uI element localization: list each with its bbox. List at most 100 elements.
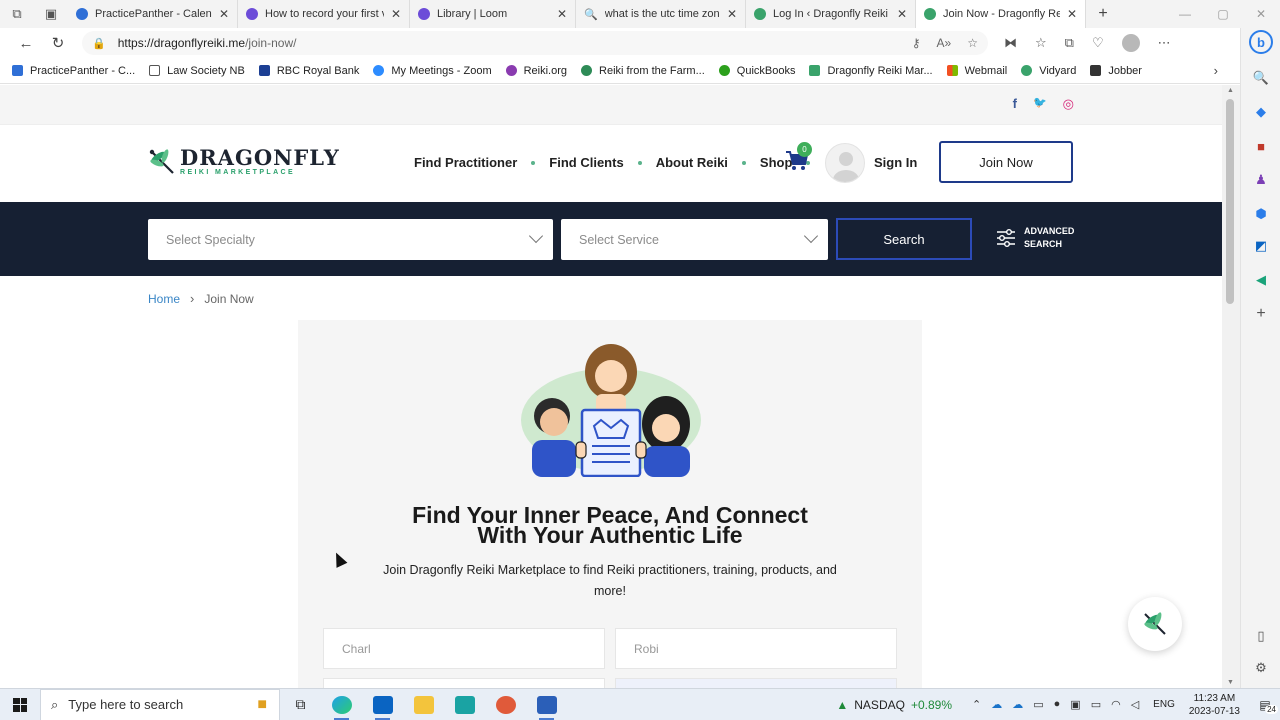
close-tab-icon[interactable]: ✕ — [391, 7, 401, 21]
more-menu-icon[interactable]: ⋯ — [1158, 35, 1171, 51]
usb-icon[interactable]: ▭ — [1033, 698, 1043, 711]
workspaces-icon[interactable]: ⧉ — [0, 0, 34, 28]
sidebar-layout-icon[interactable]: ▯ — [1251, 626, 1271, 646]
bookmark-jobber[interactable]: Jobber — [1090, 65, 1142, 77]
minimize-icon[interactable]: — — [1166, 7, 1204, 21]
tab-dragonfly-join[interactable]: Join Now - Dragonfly Reiki ✕ — [916, 0, 1086, 28]
gear-icon[interactable]: ⚙ — [1251, 658, 1271, 678]
advanced-search-link[interactable]: ADVANCED SEARCH — [996, 225, 1074, 251]
twitter-icon[interactable]: 🐦 — [1033, 96, 1047, 112]
close-tab-icon[interactable]: ✕ — [1067, 7, 1077, 21]
bookmark-rbc[interactable]: RBC Royal Bank — [258, 65, 359, 77]
search-icon[interactable]: 🔍 — [1251, 68, 1271, 88]
nav-about-reiki[interactable]: About Reiki — [656, 155, 728, 170]
clock[interactable]: 11:23 AM 2023-07-13 — [1189, 692, 1240, 718]
extensions-icon[interactable]: ⧓ — [1004, 35, 1017, 51]
service-select[interactable]: Select Service — [561, 219, 828, 260]
bookmark-practicepanther[interactable]: PracticePanther - C... — [12, 65, 135, 77]
language-indicator[interactable]: ENG — [1153, 699, 1175, 710]
back-icon[interactable]: ← — [10, 35, 42, 52]
close-tab-icon[interactable]: ✕ — [897, 7, 907, 21]
key-icon[interactable]: ⚷ — [912, 36, 921, 50]
breadcrumb-home[interactable]: Home — [148, 292, 180, 306]
mic-icon[interactable]: ● — [1054, 698, 1061, 711]
word-app-icon[interactable] — [526, 689, 567, 720]
scroll-up-icon[interactable]: ▲ — [1227, 87, 1234, 94]
bing-chat-icon[interactable]: b — [1249, 30, 1273, 54]
page-scrollbar[interactable]: ▲ ▼ — [1222, 85, 1240, 688]
favorites-icon[interactable]: ☆ — [1035, 35, 1047, 51]
first-name-field[interactable]: Charl — [323, 628, 605, 669]
volume-icon[interactable]: ◁ — [1131, 698, 1139, 711]
drop-icon[interactable]: ◀ — [1251, 270, 1271, 290]
close-window-icon[interactable]: ✕ — [1242, 7, 1280, 21]
tab-loom-record[interactable]: How to record your first vi ✕ — [238, 0, 410, 28]
stock-widget[interactable]: ▲ NASDAQ +0.89% — [836, 698, 952, 712]
refresh-icon[interactable]: ↻ — [42, 34, 74, 52]
user-avatar[interactable] — [825, 143, 865, 183]
nav-find-clients[interactable]: Find Clients — [549, 155, 623, 170]
tab-utc-search[interactable]: 🔍 what is the utc time zone f ✕ — [576, 0, 746, 28]
bookmark-quickbooks[interactable]: QuickBooks — [718, 65, 795, 77]
dragonfly-chat-button[interactable] — [1128, 597, 1182, 651]
chevron-right-icon[interactable]: › — [1214, 63, 1218, 78]
close-tab-icon[interactable]: ✕ — [727, 7, 737, 21]
display-icon[interactable]: ▣ — [1070, 698, 1080, 711]
file-explorer-icon[interactable] — [403, 689, 444, 720]
task-view-icon[interactable]: ⧉ — [280, 689, 321, 720]
onedrive-business-icon[interactable]: ☁ — [1012, 698, 1023, 711]
url-bar[interactable]: 🔒 https://dragonflyreiki.me/join-now/ ⚷ … — [82, 31, 988, 55]
wifi-icon[interactable]: ◠ — [1111, 698, 1121, 711]
bookmark-reiki-org[interactable]: Reiki.org — [505, 65, 567, 77]
chevron-up-icon[interactable]: ⌃ — [972, 698, 981, 711]
sign-in-link[interactable]: Sign In — [874, 155, 917, 170]
bookmark-law-society[interactable]: Law Society NB — [149, 65, 245, 77]
profile-avatar[interactable] — [1121, 34, 1140, 52]
scrollbar-thumb[interactable] — [1226, 99, 1234, 304]
dymo-app-icon[interactable] — [444, 689, 485, 720]
phone-field[interactable] — [615, 678, 897, 688]
last-name-field[interactable]: Robi — [615, 628, 897, 669]
browser-essentials-icon[interactable]: ♡ — [1092, 35, 1104, 51]
scroll-down-icon[interactable]: ▼ — [1227, 679, 1234, 686]
nav-find-practitioner[interactable]: Find Practitioner — [414, 155, 517, 170]
tools-briefcase-icon[interactable]: ■ — [1251, 136, 1271, 156]
edge-app-icon[interactable] — [321, 689, 362, 720]
microsoft365-icon[interactable]: ⬢ — [1251, 204, 1271, 224]
join-now-button[interactable]: Join Now — [939, 141, 1073, 183]
snip-app-icon[interactable] — [485, 689, 526, 720]
collections-icon[interactable]: ⧉ — [1065, 35, 1074, 51]
start-button[interactable] — [0, 697, 40, 712]
taskbar-search[interactable]: ⌕ Type here to search ■ — [40, 688, 280, 720]
email-field[interactable] — [323, 678, 605, 688]
close-tab-icon[interactable]: ✕ — [219, 7, 229, 21]
search-button[interactable]: Search — [836, 218, 972, 260]
bookmark-vidyard[interactable]: Vidyard — [1021, 65, 1076, 77]
facebook-icon[interactable]: f — [1013, 96, 1017, 112]
lock-icon[interactable]: 🔒 — [92, 37, 106, 50]
tab-actions-icon[interactable]: ▣ — [34, 0, 68, 28]
read-aloud-icon[interactable]: A» — [937, 36, 952, 50]
onedrive-icon[interactable]: ☁ — [991, 698, 1002, 711]
favorite-star-icon[interactable]: ☆ — [967, 36, 978, 50]
site-logo[interactable]: DRAGONFLY REIKI MARKETPLACE — [148, 147, 340, 176]
outlook-app-icon[interactable] — [362, 689, 403, 720]
notification-center[interactable]: ▤ 24 — [1250, 698, 1280, 714]
tab-loom-library[interactable]: Library | Loom ✕ — [410, 0, 576, 28]
tab-practicepanther[interactable]: PracticePanther - Calendar ✕ — [68, 0, 238, 28]
instagram-icon[interactable]: ◎ — [1063, 96, 1074, 112]
maximize-icon[interactable]: ▢ — [1204, 7, 1242, 21]
bookmark-dragonfly[interactable]: Dragonfly Reiki Mar... — [809, 65, 933, 77]
games-icon[interactable]: ♟ — [1251, 170, 1271, 190]
bookmark-reiki-farm[interactable]: Reiki from the Farm... — [581, 65, 705, 77]
bookmark-webmail[interactable]: Webmail — [946, 65, 1007, 77]
bookmark-zoom[interactable]: My Meetings - Zoom — [373, 65, 492, 77]
close-tab-icon[interactable]: ✕ — [557, 7, 567, 21]
add-sidebar-icon[interactable]: + — [1251, 304, 1271, 324]
outlook-icon[interactable]: ◩ — [1251, 236, 1271, 256]
battery-icon[interactable]: ▭ — [1091, 698, 1101, 711]
new-tab-icon[interactable]: + — [1086, 5, 1120, 23]
shopping-tag-icon[interactable]: ◆ — [1251, 102, 1271, 122]
specialty-select[interactable]: Select Specialty — [148, 219, 553, 260]
tab-dragonfly-login[interactable]: Log In ‹ Dragonfly Reiki M ✕ — [746, 0, 916, 28]
